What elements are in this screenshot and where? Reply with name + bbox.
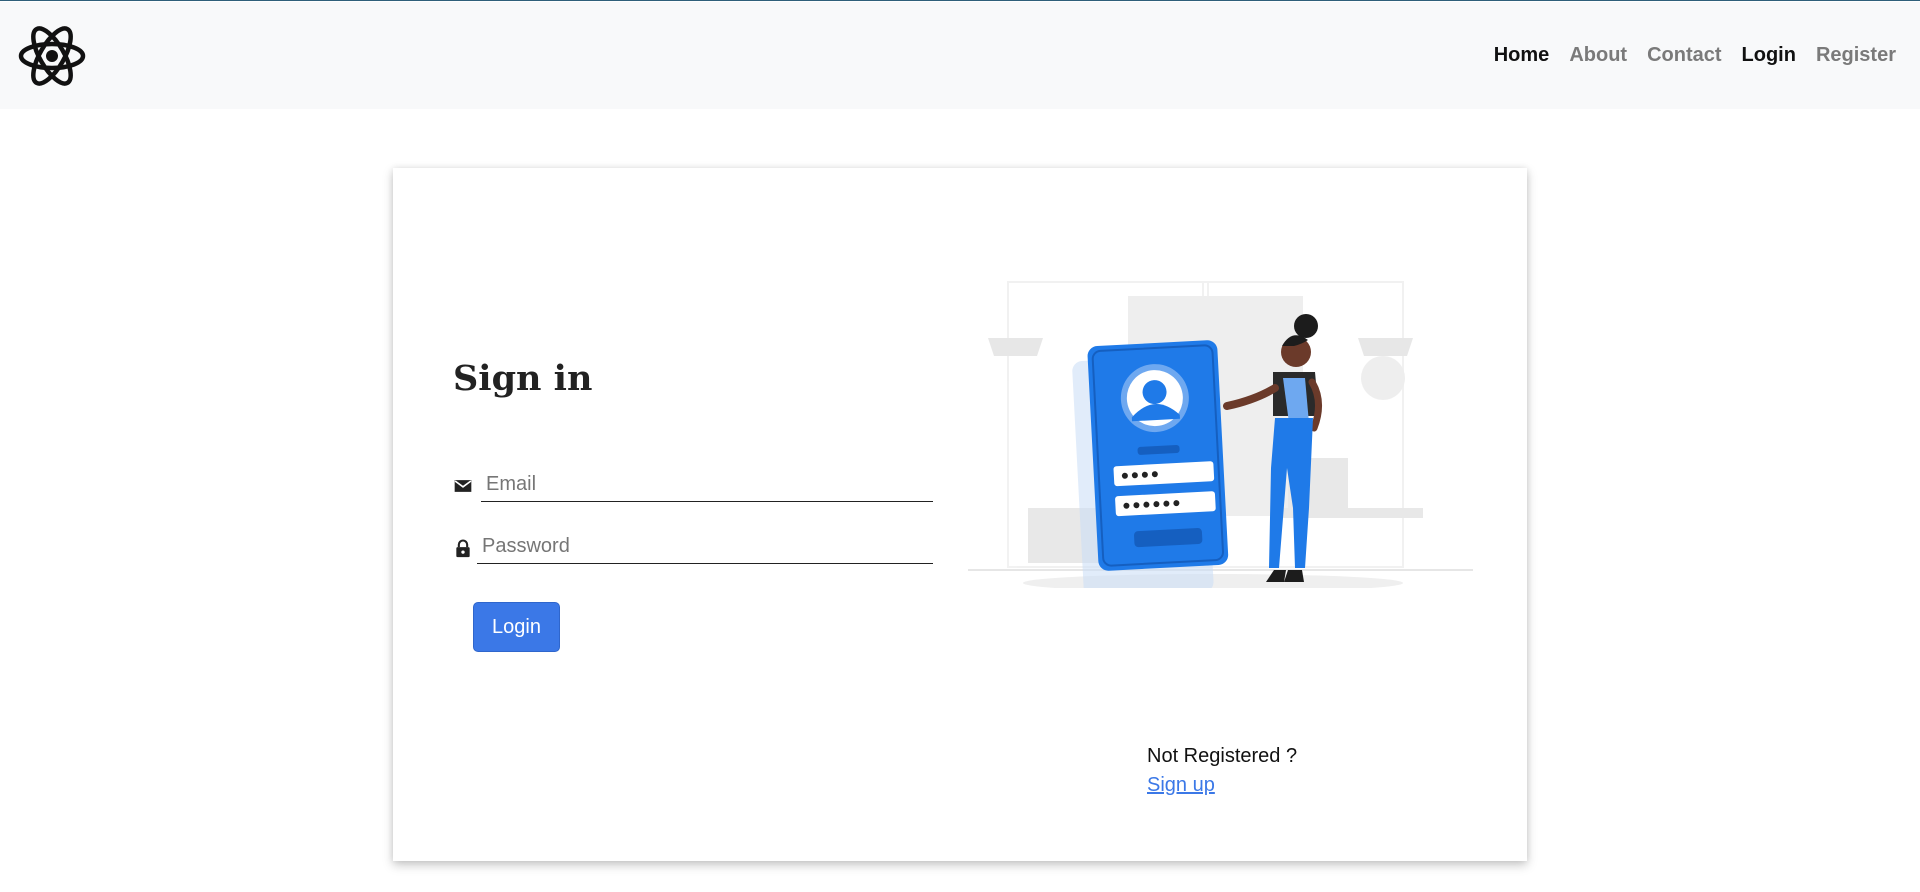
nav-register-link[interactable]: Register [1816, 44, 1896, 67]
password-field[interactable] [477, 530, 933, 564]
not-registered-text: Not Registered ? [1147, 745, 1298, 767]
nav-contact-link[interactable]: Contact [1647, 44, 1721, 67]
page-title: Sign in [453, 358, 593, 399]
nav-about-link[interactable]: About [1569, 44, 1627, 67]
nav-links: Home About Contact Login Register [1494, 44, 1896, 67]
email-field-group [453, 468, 933, 504]
signup-link[interactable]: Sign up [1147, 774, 1297, 797]
password-field-group [453, 530, 933, 566]
atom-icon[interactable] [17, 21, 87, 91]
lock-icon [456, 539, 470, 558]
login-card: Sign in Login [393, 168, 1527, 861]
signup-prompt: Not Registered ? Sign up [1147, 745, 1297, 797]
login-button[interactable]: Login [473, 602, 560, 652]
email-field[interactable] [481, 468, 933, 502]
nav-login-link[interactable]: Login [1742, 44, 1796, 67]
navbar: Home About Contact Login Register [0, 2, 1920, 109]
envelope-icon [454, 480, 472, 492]
nav-home-link[interactable]: Home [1494, 44, 1550, 67]
login-illustration [968, 281, 1473, 588]
